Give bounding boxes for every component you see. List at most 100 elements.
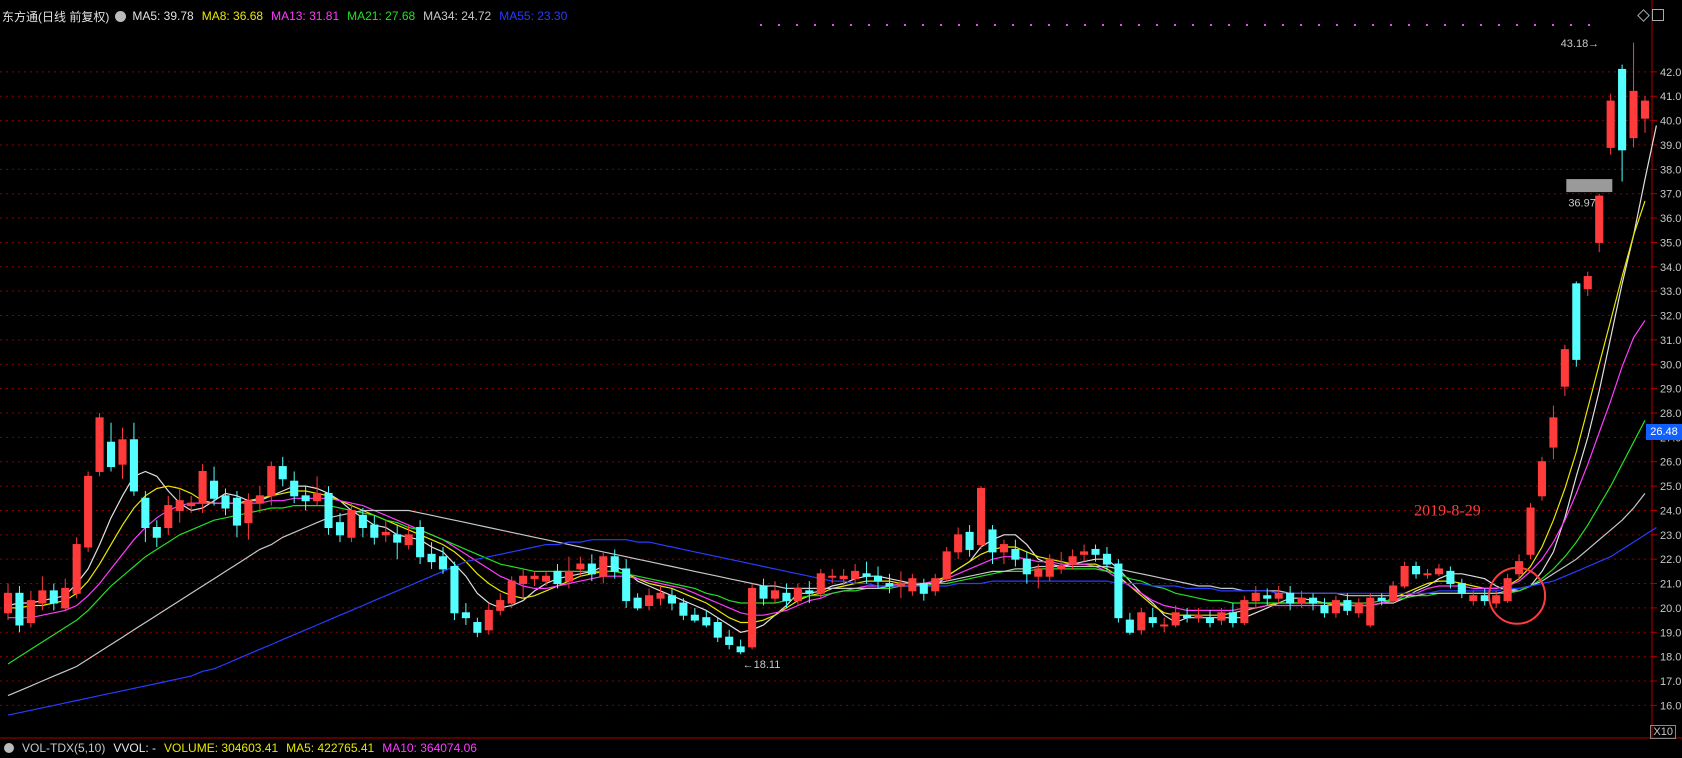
- marker-dot: [1426, 24, 1428, 26]
- candle-body: [851, 570, 860, 580]
- candle-body: [610, 556, 619, 572]
- marker-dot: [1390, 24, 1392, 26]
- eye-icon[interactable]: [115, 10, 127, 22]
- y-tick-label: 19.0: [1660, 627, 1681, 639]
- candle-body: [599, 556, 608, 577]
- candle-body: [931, 578, 940, 592]
- window-toggle-icon[interactable]: [1652, 9, 1664, 21]
- candlestick-chart[interactable]: 16.0 17.0 18.0 19.0 20.0 21.0 22.0 23.0 24.0 25.0…: [0, 0, 1682, 758]
- marker-dot: [1246, 24, 1248, 26]
- x10-button[interactable]: X10: [1650, 725, 1676, 739]
- candle-body: [210, 480, 219, 499]
- candle-body: [3, 592, 13, 614]
- marker-dot: [1174, 24, 1176, 26]
- candle-body: [1618, 68, 1627, 151]
- candle-body: [919, 583, 928, 594]
- candle-body: [1400, 565, 1409, 587]
- marker-dot: [886, 24, 888, 26]
- marker-dot: [976, 24, 978, 26]
- current-price-tag: 26.48: [1646, 424, 1682, 440]
- candle-body: [381, 531, 390, 536]
- circle-icon[interactable]: [4, 743, 14, 753]
- y-tick-label: 16.0: [1660, 700, 1681, 712]
- marker-dot: [1498, 24, 1500, 26]
- y-tick-label: 20.0: [1660, 603, 1681, 615]
- marker-dot: [1228, 24, 1230, 26]
- candle-body: [713, 622, 722, 638]
- candle-body: [1572, 283, 1581, 360]
- candle-body: [496, 600, 505, 611]
- candle-body: [358, 514, 367, 529]
- candle-body: [1137, 612, 1146, 631]
- candle-body: [1057, 565, 1066, 570]
- candle-body: [49, 590, 58, 604]
- marker-dot: [1300, 24, 1302, 26]
- candle-body: [129, 439, 138, 492]
- candle-body: [576, 563, 585, 570]
- marker-dot: [1120, 24, 1122, 26]
- candles[interactable]: [3, 42, 1650, 655]
- candle-body: [1240, 600, 1249, 624]
- marker-dot: [850, 24, 852, 26]
- candle-body: [999, 544, 1008, 553]
- marker-dot: [1156, 24, 1158, 26]
- y-tick-label: 26.0: [1660, 457, 1681, 469]
- candle-body: [793, 587, 802, 602]
- marker-dot: [1084, 24, 1086, 26]
- y-tick-label: 33.0: [1660, 286, 1681, 298]
- candle-body: [461, 612, 470, 619]
- candle-body: [587, 563, 596, 575]
- stock-title[interactable]: 东方通(日线 前复权): [2, 8, 109, 25]
- candle-body: [702, 617, 711, 626]
- candle-body: [564, 570, 573, 582]
- marker-dot: [904, 24, 906, 26]
- candle-body: [152, 527, 161, 538]
- top-marker-dots: [760, 24, 1590, 26]
- volume-indicator-name[interactable]: VOL-TDX(5,10): [22, 741, 105, 755]
- y-tick-label: 32.0: [1660, 311, 1681, 323]
- candle-body: [1217, 612, 1226, 621]
- y-tick-label: 24.0: [1660, 505, 1681, 517]
- candle-body: [164, 505, 173, 529]
- ma-legend: MA5: 39.78 MA8: 36.68 MA13: 31.81 MA21: 27.…: [132, 9, 567, 23]
- candle-body: [1183, 614, 1192, 619]
- candle-body: [1549, 417, 1558, 448]
- candle-body: [61, 587, 70, 609]
- ma-legend-item: MA34: 24.72: [423, 9, 492, 23]
- price-gridlines: [0, 71, 1652, 706]
- candle-body: [1080, 551, 1089, 555]
- ma-legend-item: MA8: 36.68: [201, 9, 264, 23]
- candle-body: [15, 592, 24, 626]
- marker-dot: [1138, 24, 1140, 26]
- y-tick-label: 29.0: [1660, 384, 1681, 396]
- y-tick-label: 17.0: [1660, 676, 1681, 688]
- marker-dot: [832, 24, 834, 26]
- candle-body: [1343, 600, 1352, 611]
- candle-body: [1205, 617, 1215, 624]
- candle-body: [1354, 602, 1363, 614]
- marker-dot: [796, 24, 798, 26]
- y-tick-label: 38.0: [1660, 164, 1681, 176]
- candle-body: [862, 573, 871, 577]
- candle-body: [1091, 548, 1100, 555]
- candle-body: [72, 544, 81, 594]
- candle-body: [95, 417, 104, 472]
- y-tick-label: 34.0: [1660, 262, 1681, 274]
- marker-dot: [1210, 24, 1212, 26]
- annotation-date: 2019-8-29: [1414, 502, 1481, 519]
- candle-body: [553, 570, 562, 585]
- vvol-label: VVOL: -: [113, 741, 157, 755]
- volume-indicator-bar: VOL-TDX(5,10) VVOL: - VOLUME: 304603.41 …: [0, 740, 477, 756]
- candle-body: [988, 529, 997, 553]
- candle-body: [748, 587, 757, 648]
- candle-body: [1560, 349, 1569, 387]
- candle-body: [725, 636, 734, 645]
- candle-body: [301, 495, 310, 502]
- candle-body: [1114, 563, 1123, 619]
- candle-body: [873, 575, 883, 582]
- candle-body: [232, 497, 241, 526]
- candle-body: [393, 534, 402, 543]
- candle-body: [1194, 614, 1203, 619]
- candle-body: [782, 592, 791, 602]
- candle-body: [1377, 597, 1386, 602]
